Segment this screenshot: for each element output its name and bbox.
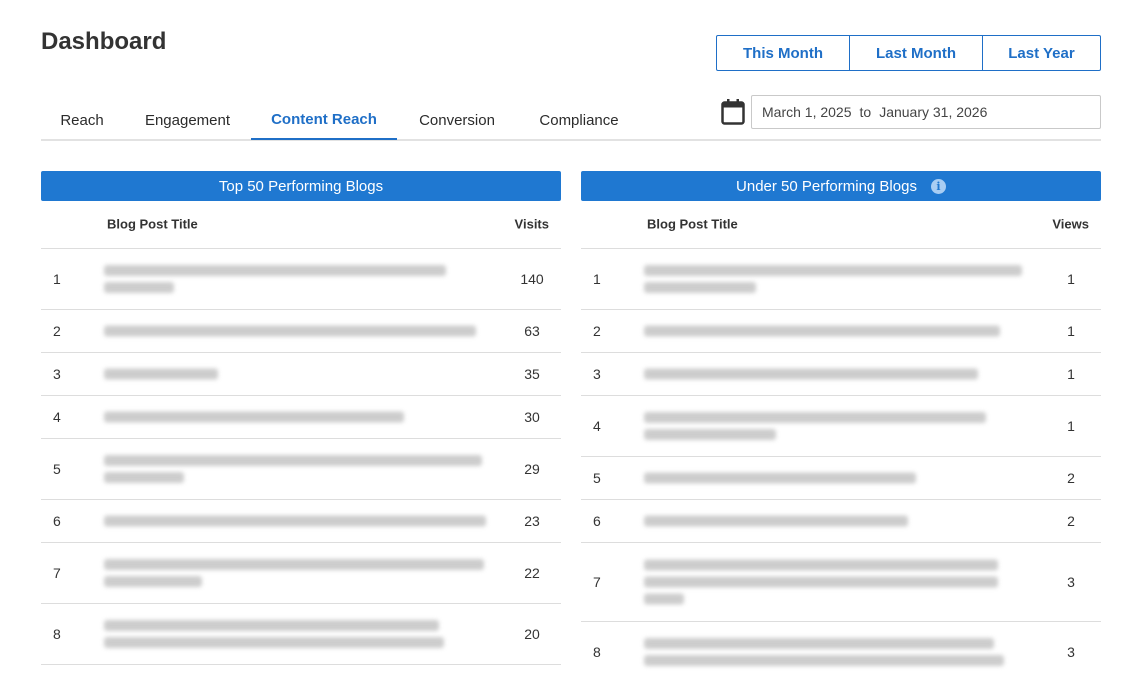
table-header: Blog Post Title Views — [581, 201, 1101, 249]
table-row[interactable]: 8 20 — [41, 604, 561, 665]
table-row[interactable]: 1 140 — [41, 249, 561, 310]
tab-engagement[interactable]: Engagement — [135, 100, 240, 140]
column-header-title: Blog Post Title — [107, 216, 198, 232]
table-row[interactable]: 4 1 — [581, 396, 1101, 457]
last-year-button[interactable]: Last Year — [983, 35, 1101, 71]
table-row[interactable]: 5 29 — [41, 439, 561, 500]
blog-post-title[interactable] — [104, 614, 444, 654]
row-value: 1 — [1067, 366, 1075, 382]
info-icon[interactable]: i — [930, 178, 946, 194]
this-month-button[interactable]: This Month — [716, 35, 850, 71]
table-row[interactable]: 7 3 — [581, 543, 1101, 622]
row-rank: 7 — [593, 574, 601, 590]
row-value: 20 — [524, 626, 540, 642]
row-rank: 1 — [53, 271, 61, 287]
table-row[interactable]: 2 1 — [581, 310, 1101, 353]
tab-reach[interactable]: Reach — [41, 100, 123, 140]
blog-post-title[interactable] — [104, 449, 482, 489]
blog-post-title[interactable] — [104, 406, 404, 429]
blog-post-title[interactable] — [644, 554, 998, 611]
blog-post-title[interactable] — [644, 467, 916, 490]
row-value: 3 — [1067, 644, 1075, 660]
row-value: 35 — [524, 366, 540, 382]
row-value: 1 — [1067, 418, 1075, 434]
table-row[interactable]: 3 1 — [581, 353, 1101, 396]
tab-conversion[interactable]: Conversion — [407, 100, 507, 140]
start-date: March 1, 2025 — [762, 104, 852, 120]
row-rank: 4 — [593, 418, 601, 434]
page-title: Dashboard — [41, 28, 167, 55]
row-value: 1 — [1067, 271, 1075, 287]
table-row[interactable]: 6 23 — [41, 500, 561, 543]
row-value: 3 — [1067, 574, 1075, 590]
row-value: 2 — [1067, 513, 1075, 529]
end-date: January 31, 2026 — [879, 104, 988, 120]
row-value: 23 — [524, 513, 540, 529]
row-rank: 3 — [53, 366, 61, 382]
last-month-button[interactable]: Last Month — [850, 35, 983, 71]
blog-post-title[interactable] — [104, 259, 446, 299]
table-row[interactable]: 7 22 — [41, 543, 561, 604]
blog-post-title[interactable] — [104, 510, 486, 533]
date-range-field[interactable]: March 1, 2025 to January 31, 2026 — [751, 95, 1101, 129]
date-range-button-group: This Month Last Month Last Year — [716, 35, 1101, 71]
tab-content-reach[interactable]: Content Reach — [251, 100, 397, 140]
row-value: 2 — [1067, 470, 1075, 486]
table-row[interactable]: 8 3 — [581, 622, 1101, 681]
row-rank: 2 — [593, 323, 601, 339]
under-performing-panel: Under 50 Performing Blogs i Blog Post Ti… — [581, 171, 1101, 681]
row-value: 1 — [1067, 323, 1075, 339]
blog-post-title[interactable] — [644, 363, 978, 386]
row-rank: 8 — [593, 644, 601, 660]
blog-post-title[interactable] — [644, 510, 908, 533]
panel-title: Under 50 Performing Blogs — [736, 177, 917, 195]
row-value: 30 — [524, 409, 540, 425]
row-value: 29 — [524, 461, 540, 477]
row-rank: 5 — [593, 470, 601, 486]
table-row[interactable]: 1 1 — [581, 249, 1101, 310]
table-row[interactable]: 4 30 — [41, 396, 561, 439]
row-rank: 4 — [53, 409, 61, 425]
blog-post-title[interactable] — [644, 632, 1004, 672]
blog-post-title[interactable] — [104, 320, 476, 343]
row-rank: 7 — [53, 565, 61, 581]
row-value: 140 — [520, 271, 544, 287]
column-header-views: Views — [1052, 216, 1089, 232]
blog-post-title[interactable] — [104, 553, 484, 593]
column-header-visits: Visits — [514, 216, 549, 232]
row-rank: 3 — [593, 366, 601, 382]
table-row[interactable]: 5 2 — [581, 457, 1101, 500]
row-rank: 6 — [593, 513, 601, 529]
panel-header: Top 50 Performing Blogs — [41, 171, 561, 201]
row-value: 22 — [524, 565, 540, 581]
row-rank: 5 — [53, 461, 61, 477]
panel-title: Top 50 Performing Blogs — [218, 177, 384, 195]
row-rank: 1 — [593, 271, 601, 287]
blog-post-title[interactable] — [104, 363, 218, 386]
tab-compliance[interactable]: Compliance — [527, 100, 631, 140]
top-performing-panel: Top 50 Performing Blogs Blog Post Title … — [41, 171, 561, 665]
blog-post-title[interactable] — [644, 259, 1022, 299]
row-rank: 8 — [53, 626, 61, 642]
date-separator: to — [859, 104, 872, 120]
table-header: Blog Post Title Visits — [41, 201, 561, 249]
table-row[interactable]: 3 35 — [41, 353, 561, 396]
table-row[interactable]: 2 63 — [41, 310, 561, 353]
row-rank: 2 — [53, 323, 61, 339]
blog-post-title[interactable] — [644, 406, 986, 446]
row-rank: 6 — [53, 513, 61, 529]
row-value: 63 — [524, 323, 540, 339]
column-header-title: Blog Post Title — [647, 216, 738, 232]
panel-header: Under 50 Performing Blogs i — [581, 171, 1101, 201]
table-row[interactable]: 6 2 — [581, 500, 1101, 543]
calendar-icon[interactable] — [721, 98, 745, 125]
blog-post-title[interactable] — [644, 320, 1000, 343]
